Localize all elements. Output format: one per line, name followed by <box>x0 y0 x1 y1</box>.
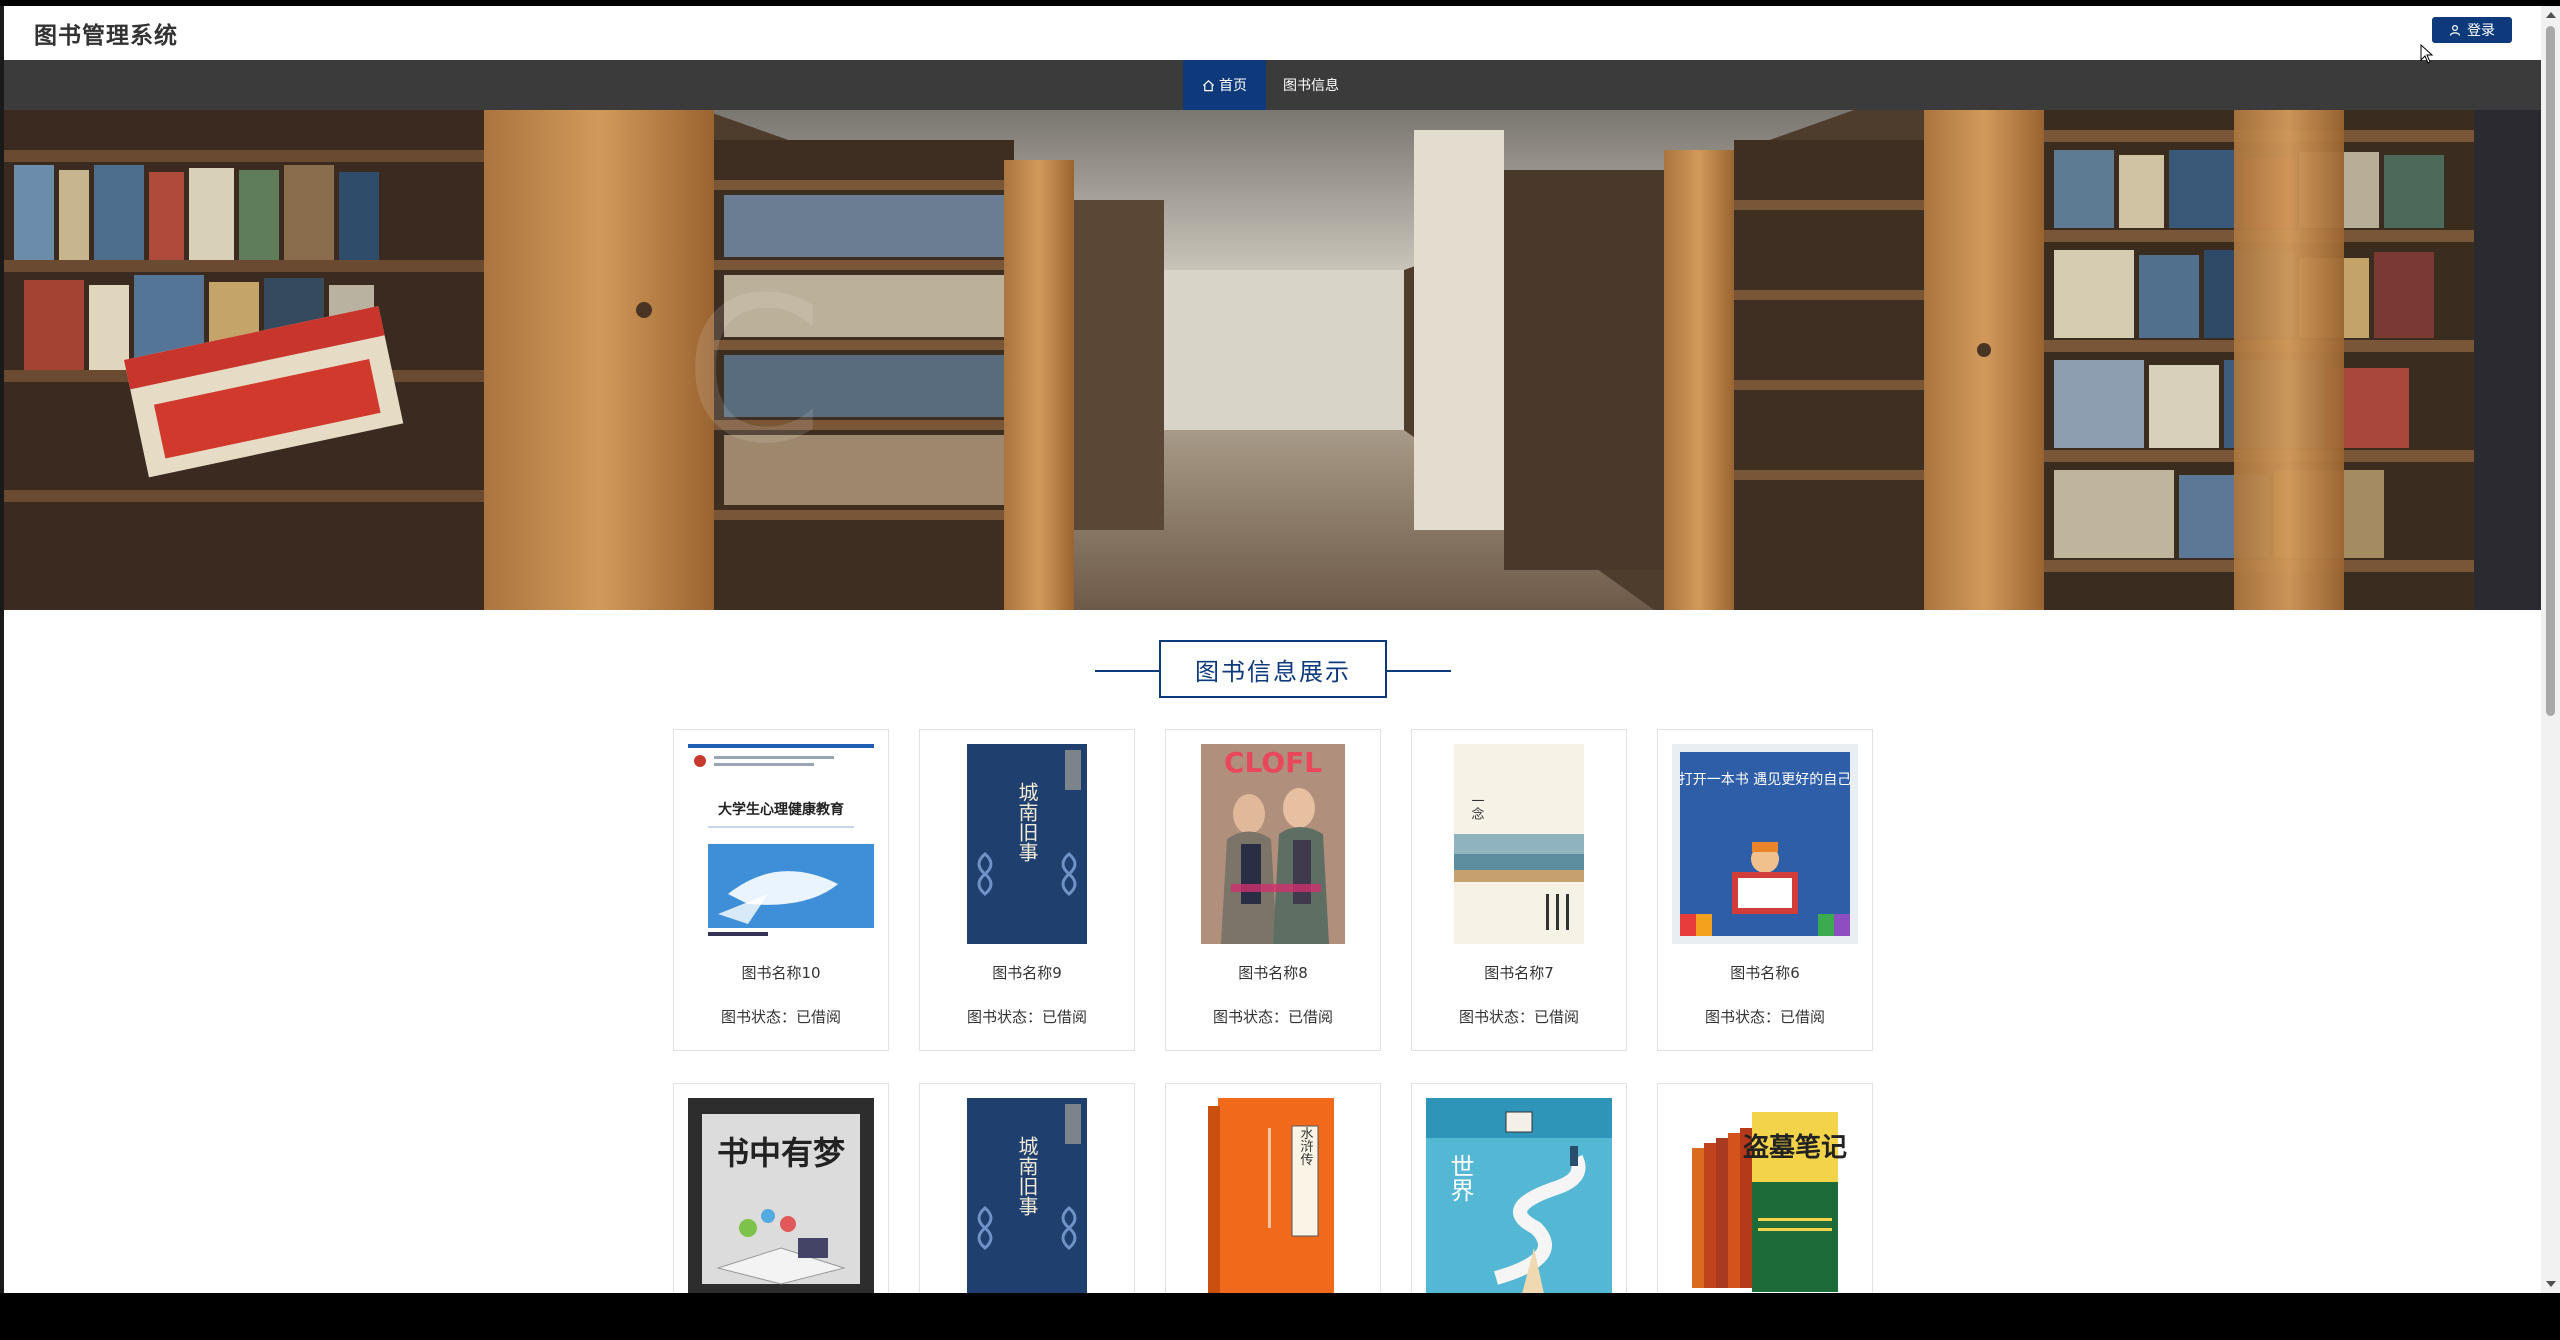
svg-text:C: C <box>684 255 824 488</box>
nav-item-book-info[interactable]: 图书信息 <box>1266 60 1356 110</box>
cover-title: 城南旧事 <box>1015 1136 1039 1216</box>
page-scrollbar[interactable] <box>2541 6 2560 1293</box>
title-line-right <box>1386 670 1451 672</box>
book-card[interactable]: 城南旧事 <box>919 1083 1135 1293</box>
main-navbar: 首页 图书信息 <box>4 60 2541 110</box>
library-photo: C <box>4 110 2541 610</box>
title-line-left <box>1095 670 1160 672</box>
cover-title: 书中有梦 <box>717 1134 845 1172</box>
book-cover: 一念 <box>1426 744 1612 944</box>
cover-title: CLOFL <box>1224 746 1322 779</box>
book-card[interactable]: 打开一本书 遇见更好的自己 图书名称6 图书状态：已借阅 <box>1657 729 1873 1051</box>
book-name: 图书名称7 <box>1484 964 1554 982</box>
window-left-edge <box>0 6 4 1293</box>
nav-home-label: 首页 <box>1219 78 1247 94</box>
book-name: 图书名称10 <box>741 964 821 982</box>
cover-title: 城南旧事 <box>1015 782 1039 862</box>
book-cover: 水浒传 <box>1180 1098 1366 1293</box>
book-name: 图书名称9 <box>992 964 1062 982</box>
book-cover: CLOFL <box>1180 744 1366 944</box>
login-label: 登录 <box>2467 23 2495 39</box>
book-card[interactable]: 书中有梦 <box>673 1083 889 1293</box>
header: 图书管理系统 登录 <box>4 6 2541 60</box>
home-icon <box>1202 79 1215 91</box>
book-cover: 城南旧事 <box>934 744 1120 944</box>
cover-title: 世界 <box>1446 1154 1474 1202</box>
book-cover: 打开一本书 遇见更好的自己 <box>1672 744 1858 944</box>
cover-title: 大学生心理健康教育 <box>718 801 844 818</box>
cover-title: 一念 <box>1469 794 1485 820</box>
cover-title: 打开一本书 遇见更好的自己 <box>1679 771 1851 788</box>
book-cover: 大学生心理健康教育 <box>688 744 874 944</box>
site-title: 图书管理系统 <box>34 23 178 49</box>
cover-title: 盗墓笔记 <box>1743 1132 1847 1163</box>
book-card[interactable]: 城南旧事 图书名称9 图书状态：已借阅 <box>919 729 1135 1051</box>
book-card[interactable]: CLOFL 图书名称8 图书状态：已借阅 <box>1165 729 1381 1051</box>
book-name: 图书名称8 <box>1238 964 1308 982</box>
book-cover: 盗墓笔记 <box>1672 1098 1858 1293</box>
nav-item-home[interactable]: 首页 <box>1183 60 1266 110</box>
mouse-cursor-icon <box>2420 44 2434 64</box>
scroll-down-arrow-icon[interactable] <box>2546 1281 2556 1287</box>
section-header: 图书信息展示 <box>0 640 2545 700</box>
page-viewport: 图书管理系统 登录 首页 图书信息 C 图书信息展示 大学生心理健康教育 图书名… <box>0 0 2560 1293</box>
book-card[interactable]: 水浒传 <box>1165 1083 1381 1293</box>
book-status: 图书状态：已借阅 <box>720 1008 841 1026</box>
nav-books-label: 图书信息 <box>1283 78 1339 94</box>
login-button[interactable]: 登录 <box>2432 17 2512 43</box>
book-card[interactable]: 一念 图书名称7 图书状态：已借阅 <box>1411 729 1627 1051</box>
book-status: 图书状态：已借阅 <box>966 1008 1087 1026</box>
user-icon <box>2449 24 2461 36</box>
book-status: 图书状态：已借阅 <box>1458 1008 1579 1026</box>
book-name: 图书名称6 <box>1730 964 1800 982</box>
scrollbar-thumb[interactable] <box>2546 26 2555 716</box>
cover-title: 水浒传 <box>1298 1127 1314 1166</box>
book-status: 图书状态：已借阅 <box>1212 1008 1333 1026</box>
book-cover: 世界 <box>1426 1098 1612 1293</box>
book-card[interactable]: 大学生心理健康教育 图书名称10 图书状态：已借阅 <box>673 729 889 1051</box>
window-top-edge <box>0 0 2560 6</box>
scroll-up-arrow-icon[interactable] <box>2546 12 2556 18</box>
book-card[interactable]: 盗墓笔记 <box>1657 1083 1873 1293</box>
book-cover: 书中有梦 <box>688 1098 874 1293</box>
section-title: 图书信息展示 <box>1159 640 1387 698</box>
book-card[interactable]: 世界 <box>1411 1083 1627 1293</box>
book-status: 图书状态：已借阅 <box>1704 1008 1825 1026</box>
banner-image: C <box>4 110 2541 610</box>
book-cover: 城南旧事 <box>934 1098 1120 1293</box>
